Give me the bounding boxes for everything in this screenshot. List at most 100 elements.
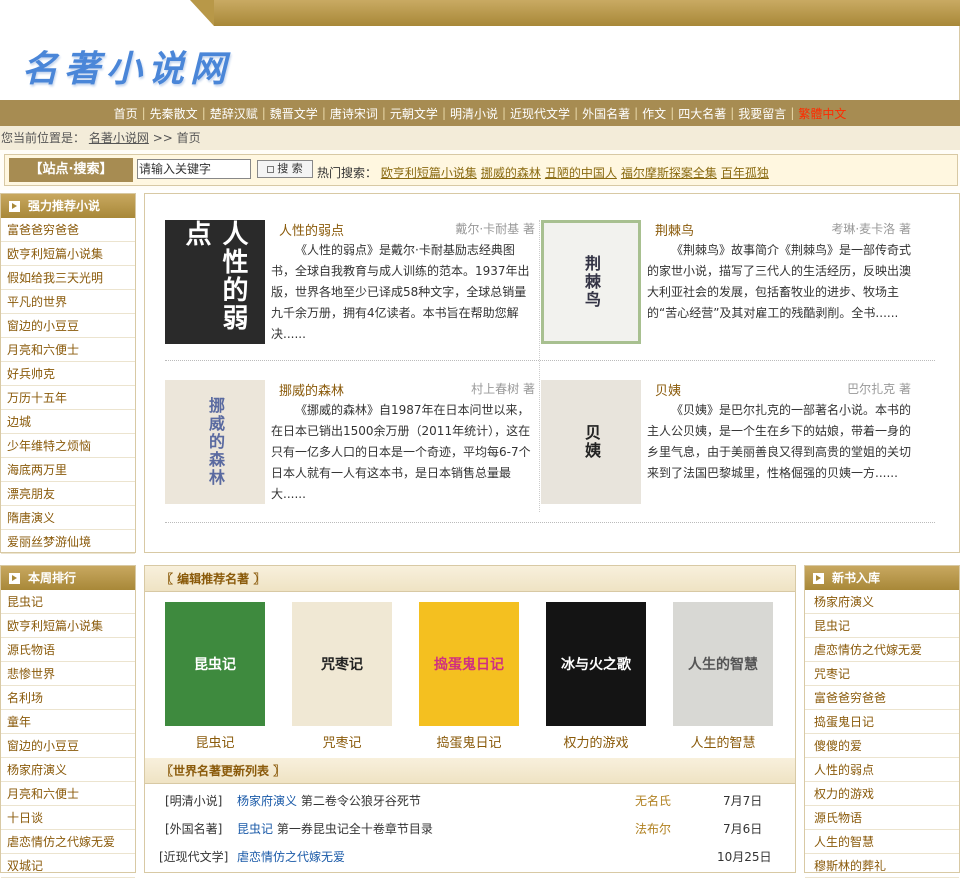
update-author[interactable]: 法布尔 [635,817,671,841]
update-category[interactable]: [外国名著] [165,817,222,841]
editor-book-name[interactable]: 捣蛋鬼日记 [419,732,519,751]
update-book-link[interactable]: 杨家府演义 [237,794,297,808]
editor-book-name[interactable]: 权力的游戏 [546,732,646,751]
update-category[interactable]: [近现代文学] [159,845,228,869]
list-item[interactable]: 平凡的世界 [1,290,135,314]
update-chapter[interactable]: 第一券昆虫记全十卷章节目录 [273,822,433,836]
list-item[interactable]: 富爸爸穷爸爸 [1,218,135,242]
week-rank-list: 昆虫记 欧亨利短篇小说集 源氏物语 悲惨世界 名利场 童年 窗边的小豆豆 杨家府演义 月亮和六便… [1,590,135,878]
list-item[interactable]: 欧亨利短篇小说集 [1,242,135,266]
editor-book[interactable]: 咒枣记 咒枣记 [292,602,392,751]
list-item[interactable]: 月亮和六便士 [1,338,135,362]
nav-item[interactable]: 元朝文学 [386,105,442,122]
nav-item[interactable]: 四大名著 [674,105,730,122]
editor-book[interactable]: 昆虫记 昆虫记 [165,602,265,751]
list-item[interactable]: 杨家府演义 [1,758,135,782]
list-item[interactable]: 人生的智慧 [805,830,959,854]
breadcrumb-home-link[interactable]: 名著小说网 [89,131,149,145]
list-item[interactable]: 万历十五年 [1,386,135,410]
site-logo[interactable]: 名著小说网 [22,40,232,92]
editor-book-name[interactable]: 咒枣记 [292,732,392,751]
featured-desc: 《挪威的森林》自1987年在日本问世以来，在日本已销出1500余万册（2011年… [271,403,531,501]
update-chapter[interactable]: 第二卷令公狼牙谷死节 [297,794,421,808]
hot-search-link[interactable]: 挪威的森林 [481,166,541,180]
featured-title[interactable]: 挪威的森林 [279,380,344,399]
editor-book[interactable]: 人生的智慧 人生的智慧 [673,602,773,751]
editor-book-name[interactable]: 昆虫记 [165,732,265,751]
search-button[interactable]: 搜 索 [257,160,313,178]
editor-book[interactable]: 冰与火之歌权力的游戏 [546,602,646,751]
nav-item[interactable]: 唐诗宋词 [326,105,382,122]
list-item[interactable]: 源氏物语 [805,806,959,830]
list-item[interactable]: 悲惨世界 [1,662,135,686]
editor-book[interactable]: 捣蛋鬼日记 捣蛋鬼日记 [419,602,519,751]
list-item[interactable]: 虐恋情仿之代嫁无爱 [1,830,135,854]
nav-item-traditional[interactable]: 繁體中文 [794,105,850,122]
list-item[interactable]: 咒枣记 [805,662,959,686]
list-item[interactable]: 窗边的小豆豆 [1,314,135,338]
list-item[interactable]: 捣蛋鬼日记 [805,710,959,734]
list-item[interactable]: 虐恋情仿之代嫁无爱 [805,638,959,662]
list-item[interactable]: 爱丽丝梦游仙境 [1,530,135,554]
list-item[interactable]: 名利场 [1,686,135,710]
list-item[interactable]: 富爸爸穷爸爸 [805,686,959,710]
featured-desc: 《荆棘鸟》故事简介《荆棘鸟》是一部传奇式的家世小说，描写了三代人的生活经历，反映… [647,243,912,320]
book-cover[interactable]: 挪威的森林 [165,380,265,504]
list-item[interactable]: 双城记 [1,854,135,878]
nav-item[interactable]: 我要留言 [734,105,790,122]
list-item[interactable]: 月亮和六便士 [1,782,135,806]
nav-item[interactable]: 首页 [110,105,142,122]
list-item[interactable]: 人性的弱点 [805,758,959,782]
featured-title[interactable]: 人性的弱点 [279,220,344,239]
update-book-link[interactable]: 昆虫记 [237,822,273,836]
editor-book-name[interactable]: 人生的智慧 [673,732,773,751]
book-cover[interactable]: 冰与火之歌 [546,602,646,726]
list-item[interactable]: 假如给我三天光明 [1,266,135,290]
nav-item[interactable]: 魏晋文学 [266,105,322,122]
hot-search-link[interactable]: 丑陋的中国人 [545,166,617,180]
book-cover[interactable]: 咒枣记 [292,602,392,726]
nav-item[interactable]: 楚辞汉赋 [206,105,262,122]
list-item[interactable]: 穆斯林的葬礼 [805,854,959,878]
list-item[interactable]: 杨家府演义 [805,590,959,614]
update-author[interactable]: 无名氏 [635,789,671,813]
book-cover[interactable]: 荆棘鸟 [541,220,641,344]
nav-item[interactable]: 近现代文学 [506,105,574,122]
nav-item[interactable]: 外国名著 [578,105,634,122]
list-item[interactable]: 隋唐演义 [1,506,135,530]
book-cover[interactable]: 人性的弱点 [165,220,265,344]
list-item[interactable]: 昆虫记 [805,614,959,638]
search-input[interactable]: 请输入关键字 [137,159,251,179]
update-date: 10月25日 [717,850,772,864]
featured-title[interactable]: 荆棘鸟 [655,220,694,239]
update-row: [近现代文学] 虐恋情仿之代嫁无爱 10月25日 [145,845,795,869]
nav-item[interactable]: 作文 [638,105,670,122]
week-rank-title-text: 本周排行 [28,571,77,585]
book-cover[interactable]: 贝姨 [541,380,641,504]
featured-card: 人性的弱点 人性的弱点 戴尔·卡耐基 著《人性的弱点》是戴尔·卡耐基励志经典图书，全… [165,220,535,350]
list-item[interactable]: 窗边的小豆豆 [1,734,135,758]
list-item[interactable]: 少年维特之烦恼 [1,434,135,458]
list-item[interactable]: 源氏物语 [1,638,135,662]
book-cover[interactable]: 昆虫记 [165,602,265,726]
book-cover[interactable]: 人生的智慧 [673,602,773,726]
list-item[interactable]: 好兵帅克 [1,362,135,386]
list-item[interactable]: 海底两万里 [1,458,135,482]
list-item[interactable]: 漂亮朋友 [1,482,135,506]
hot-search-link[interactable]: 百年孤独 [721,166,769,180]
nav-item[interactable]: 明清小说 [446,105,502,122]
book-cover[interactable]: 捣蛋鬼日记 [419,602,519,726]
hot-search-link[interactable]: 福尔摩斯探案全集 [621,166,717,180]
nav-item[interactable]: 先秦散文 [146,105,202,122]
featured-title[interactable]: 贝姨 [655,380,681,399]
list-item[interactable]: 权力的游戏 [805,782,959,806]
list-item[interactable]: 十日谈 [1,806,135,830]
list-item[interactable]: 昆虫记 [1,590,135,614]
list-item[interactable]: 傻傻的爱 [805,734,959,758]
list-item[interactable]: 欧亨利短篇小说集 [1,614,135,638]
update-category[interactable]: [明清小说] [165,789,222,813]
hot-search-link[interactable]: 欧亨利短篇小说集 [381,166,477,180]
list-item[interactable]: 边城 [1,410,135,434]
update-book-link[interactable]: 虐恋情仿之代嫁无爱 [237,850,345,864]
list-item[interactable]: 童年 [1,710,135,734]
